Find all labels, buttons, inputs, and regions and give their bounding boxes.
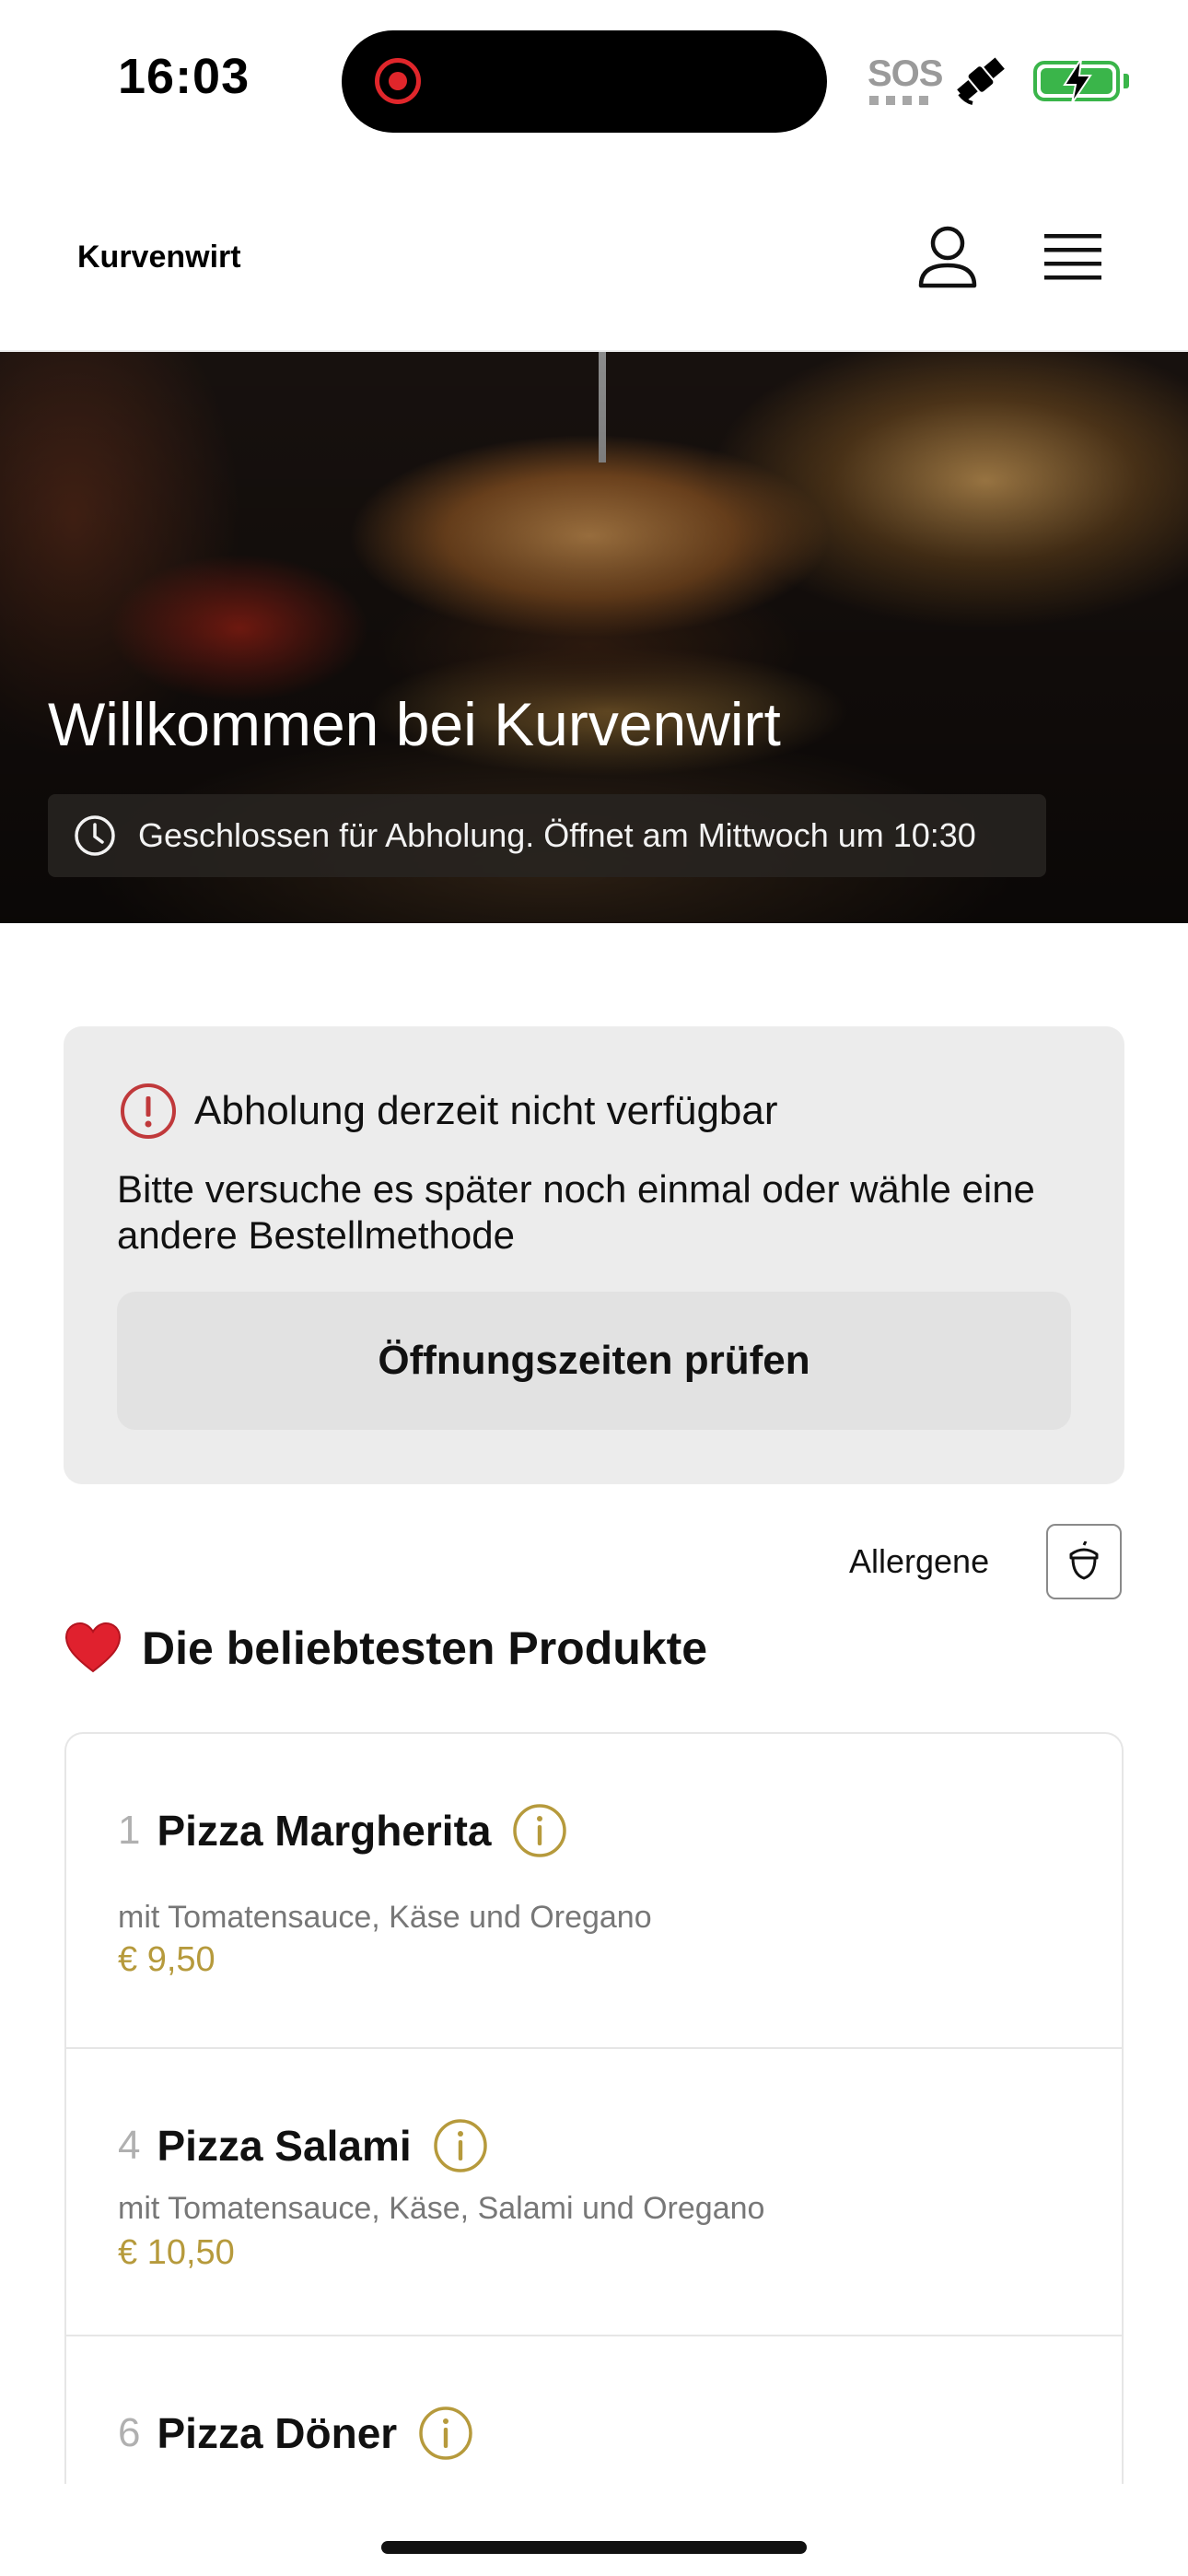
product-price: € 9,50	[118, 1940, 215, 1979]
hamburger-menu-icon[interactable]	[1042, 232, 1103, 284]
heart-icon	[64, 1622, 122, 1673]
product-header: 1 Pizza Margherita	[118, 1802, 568, 1859]
clock-icon	[75, 815, 115, 856]
status-bar: 16:03 SOS	[0, 0, 1188, 157]
hero-title: Willkommen bei Kurvenwirt	[48, 690, 781, 758]
dynamic-island	[342, 30, 827, 133]
popular-products-heading: Die beliebtesten Produkte	[64, 1622, 707, 1675]
info-icon[interactable]	[511, 1802, 568, 1859]
info-icon[interactable]	[417, 2405, 474, 2462]
sos-indicator: SOS	[868, 53, 943, 94]
notice-header: Abholung derzeit nicht verfügbar	[119, 1082, 778, 1141]
charging-bolt-icon	[1063, 58, 1092, 104]
product-description: mit Tomatensauce, Käse und Oregano	[118, 1900, 652, 1935]
product-list: 1 Pizza Margherita mit Tomatensauce, Käs…	[64, 1732, 1124, 2484]
product-item[interactable]: 4 Pizza Salami mit Tomatensauce, Käse, S…	[66, 2049, 1122, 2336]
status-time: 16:03	[118, 49, 250, 104]
pickup-unavailable-notice: Abholung derzeit nicht verfügbar Bitte v…	[64, 1026, 1124, 1484]
home-indicator[interactable]	[381, 2541, 807, 2554]
product-number: 1	[118, 1808, 141, 1853]
brand-name[interactable]: Kurvenwirt	[77, 240, 241, 275]
app-header: Kurvenwirt	[0, 212, 1188, 352]
alert-circle-icon	[121, 1083, 176, 1139]
product-name: Pizza Döner	[157, 2409, 398, 2457]
check-opening-hours-button[interactable]: Öffnungszeiten prüfen	[117, 1292, 1071, 1430]
product-price: € 10,50	[118, 2233, 235, 2272]
opening-status-badge: Geschlossen für Abholung. Öffnet am Mitt…	[48, 794, 1046, 877]
product-header: 6 Pizza Döner	[118, 2405, 474, 2462]
product-name: Pizza Margherita	[157, 1807, 492, 1855]
sos-signal-dots	[869, 96, 930, 105]
acorn-icon	[1069, 1541, 1099, 1580]
opening-status-text: Geschlossen für Abholung. Öffnet am Mitt…	[138, 816, 976, 854]
hero-banner: Willkommen bei Kurvenwirt Geschlossen fü…	[0, 352, 1188, 923]
notice-title: Abholung derzeit nicht verfügbar	[194, 1088, 778, 1133]
battery-cap	[1124, 74, 1129, 88]
notice-text: Bitte versuche es später noch einmal ode…	[117, 1167, 1035, 1257]
product-number: 4	[118, 2123, 141, 2168]
product-number: 6	[118, 2410, 141, 2455]
satellite-icon	[957, 57, 1005, 105]
product-item[interactable]: 6 Pizza Döner	[66, 2336, 1122, 2484]
product-item[interactable]: 1 Pizza Margherita mit Tomatensauce, Käs…	[66, 1734, 1122, 2049]
product-description: mit Tomatensauce, Käse, Salami und Orega…	[118, 2191, 765, 2226]
allergens-label[interactable]: Allergene	[849, 1542, 989, 1581]
product-name: Pizza Salami	[157, 2122, 412, 2170]
allergens-button[interactable]	[1046, 1524, 1122, 1599]
info-icon[interactable]	[432, 2117, 489, 2174]
product-header: 4 Pizza Salami	[118, 2117, 489, 2174]
section-title: Die beliebtesten Produkte	[142, 1622, 708, 1674]
screen-recording-icon	[375, 58, 421, 104]
profile-icon[interactable]	[917, 225, 978, 289]
